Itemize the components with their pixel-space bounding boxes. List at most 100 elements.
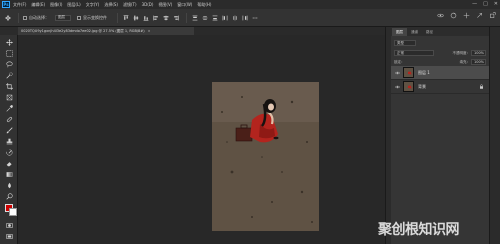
options-bar: 自动选择： 图层 显示变换控件	[0, 9, 500, 27]
lock-icon	[480, 84, 483, 89]
toolbar-header	[0, 27, 18, 35]
blend-row: 正常 不透明度： 100%	[391, 49, 489, 57]
panel-tabs: 图层 通道 路径	[391, 27, 489, 36]
3d-mode-controls	[436, 11, 496, 19]
healing-brush-tool-icon[interactable]	[5, 115, 13, 123]
menu-layer[interactable]: 图层(L)	[67, 2, 80, 8]
screen-mode-icon[interactable]	[5, 232, 13, 240]
canvas-area[interactable]	[18, 35, 385, 244]
show-transform-option[interactable]: 显示变换控件	[77, 15, 107, 21]
auto-select-checkbox[interactable]	[23, 15, 27, 20]
layer-filter-row: 类型	[391, 39, 489, 47]
photoshop-logo: Ps	[2, 1, 10, 8]
menu-3d[interactable]: 3D(D)	[142, 2, 154, 7]
move-tool-preset-icon[interactable]	[4, 14, 11, 21]
visibility-eye-icon[interactable]	[394, 70, 400, 76]
menu-type[interactable]: 文字(Y)	[86, 2, 100, 8]
right-panel-strip	[489, 27, 500, 244]
3d-orbit-icon[interactable]	[436, 11, 444, 19]
frame-tool-icon[interactable]	[5, 93, 13, 101]
menu-file[interactable]: 文件(F)	[13, 2, 26, 8]
fill-label: 填充：	[459, 59, 471, 64]
layer-name: 背景	[418, 83, 426, 89]
auto-select-label: 自动选择：	[29, 14, 49, 20]
tab-layers[interactable]: 图层	[392, 28, 407, 36]
more-options-icon[interactable]	[251, 14, 258, 21]
document-tab[interactable]: 0020TQU9y1gxnjh4l3e2y83dmdo7ee02.jpg @ 2…	[18, 27, 194, 35]
lock-row: 锁定： 填充： 100%	[391, 58, 489, 66]
layer-thumbnail	[403, 81, 414, 92]
history-brush-tool-icon[interactable]	[5, 148, 13, 156]
document-image[interactable]	[212, 82, 319, 231]
3d-roll-icon[interactable]	[449, 11, 457, 19]
brush-tool-icon[interactable]	[5, 126, 13, 134]
auto-select-dropdown[interactable]: 图层	[55, 14, 71, 21]
menu-select[interactable]: 选择(S)	[104, 2, 118, 8]
blur-tool-icon[interactable]	[5, 181, 13, 189]
show-transform-checkbox[interactable]	[77, 15, 81, 20]
menu-window[interactable]: 窗口(W)	[177, 2, 192, 8]
align-right-icon[interactable]	[172, 14, 179, 21]
distribute-bottom-icon[interactable]	[211, 14, 218, 21]
eraser-tool-icon[interactable]	[5, 159, 13, 167]
minimize-button[interactable]: —	[472, 1, 477, 7]
divider	[18, 12, 19, 23]
align-left-icon[interactable]	[152, 14, 159, 21]
layer-row-background[interactable]: 背景	[391, 80, 489, 94]
crop-tool-icon[interactable]	[5, 82, 13, 90]
align-vertical-center-icon[interactable]	[132, 14, 139, 21]
menu-help[interactable]: 帮助(H)	[197, 2, 211, 8]
layer-name: 图层 1	[418, 69, 430, 75]
auto-select-option[interactable]: 自动选择：	[23, 15, 49, 21]
lasso-tool-icon[interactable]	[5, 60, 13, 68]
move-tool-icon[interactable]	[5, 38, 13, 46]
distribute-center-icon[interactable]	[201, 14, 208, 21]
visibility-eye-icon[interactable]	[394, 84, 400, 90]
menu-edit[interactable]: 编辑(E)	[31, 2, 45, 8]
document-tab-title: 0020TQU9y1gxnjh4l3e2y83dmdo7ee02.jpg @ 2…	[21, 28, 145, 33]
close-button[interactable]: ✕	[494, 1, 498, 7]
divider	[117, 12, 118, 23]
auto-select-value[interactable]: 图层	[55, 14, 71, 21]
close-tab-icon[interactable]: ×	[148, 29, 151, 33]
distribute-top-icon[interactable]	[191, 14, 198, 21]
3d-pan-icon[interactable]	[462, 11, 470, 19]
clone-stamp-tool-icon[interactable]	[5, 137, 13, 145]
watermark-text: 聚创根知识网	[378, 222, 460, 238]
align-horizontal-center-icon[interactable]	[162, 14, 169, 21]
lock-label: 锁定：	[394, 59, 405, 64]
3d-slide-icon[interactable]	[475, 11, 483, 19]
tab-paths[interactable]: 路径	[422, 28, 437, 36]
distribute-right-icon[interactable]	[241, 14, 248, 21]
layer-row-layer-1[interactable]: 图层 1	[391, 66, 489, 80]
tab-channels[interactable]: 通道	[407, 28, 422, 36]
layer-filter-kind[interactable]: 类型	[394, 40, 416, 46]
layers-panel: 图层 通道 路径 类型 正常 不透明度： 100% 锁定： 填充： 100% 图…	[391, 27, 489, 244]
eyedropper-tool-icon[interactable]	[5, 104, 13, 112]
blend-mode-select[interactable]: 正常	[394, 50, 434, 56]
fill-input[interactable]: 100%	[471, 59, 486, 65]
dodge-tool-icon[interactable]	[5, 192, 13, 200]
photo-illustration	[212, 82, 319, 231]
tools-panel	[0, 35, 18, 244]
quick-selection-tool-icon[interactable]	[5, 71, 13, 79]
quick-mask-icon[interactable]	[5, 221, 13, 229]
window-controls: — □ ✕	[472, 1, 498, 7]
distribute-horizontal-icon[interactable]	[231, 14, 238, 21]
align-bottom-icon[interactable]	[142, 14, 149, 21]
menu-image[interactable]: 图像(I)	[50, 2, 62, 8]
opacity-input[interactable]: 100%	[471, 50, 486, 56]
gradient-tool-icon[interactable]	[5, 170, 13, 178]
marquee-tool-icon[interactable]	[5, 49, 13, 57]
background-color-swatch[interactable]	[9, 208, 17, 216]
document-tab-bar: 0020TQU9y1gxnjh4l3e2y83dmdo7ee02.jpg @ 2…	[18, 27, 385, 35]
3d-scale-icon[interactable]	[488, 11, 496, 19]
menu-view[interactable]: 视图(V)	[158, 2, 172, 8]
show-transform-label: 显示变换控件	[83, 14, 107, 20]
menu-filter[interactable]: 滤镜(T)	[123, 2, 137, 8]
opacity-label: 不透明度：	[452, 50, 471, 55]
menu-bar: Ps 文件(F) 编辑(E) 图像(I) 图层(L) 文字(Y) 选择(S) 滤…	[0, 0, 500, 9]
distribute-left-icon[interactable]	[221, 14, 228, 21]
align-top-icon[interactable]	[122, 14, 129, 21]
maximize-button[interactable]: □	[483, 1, 488, 7]
